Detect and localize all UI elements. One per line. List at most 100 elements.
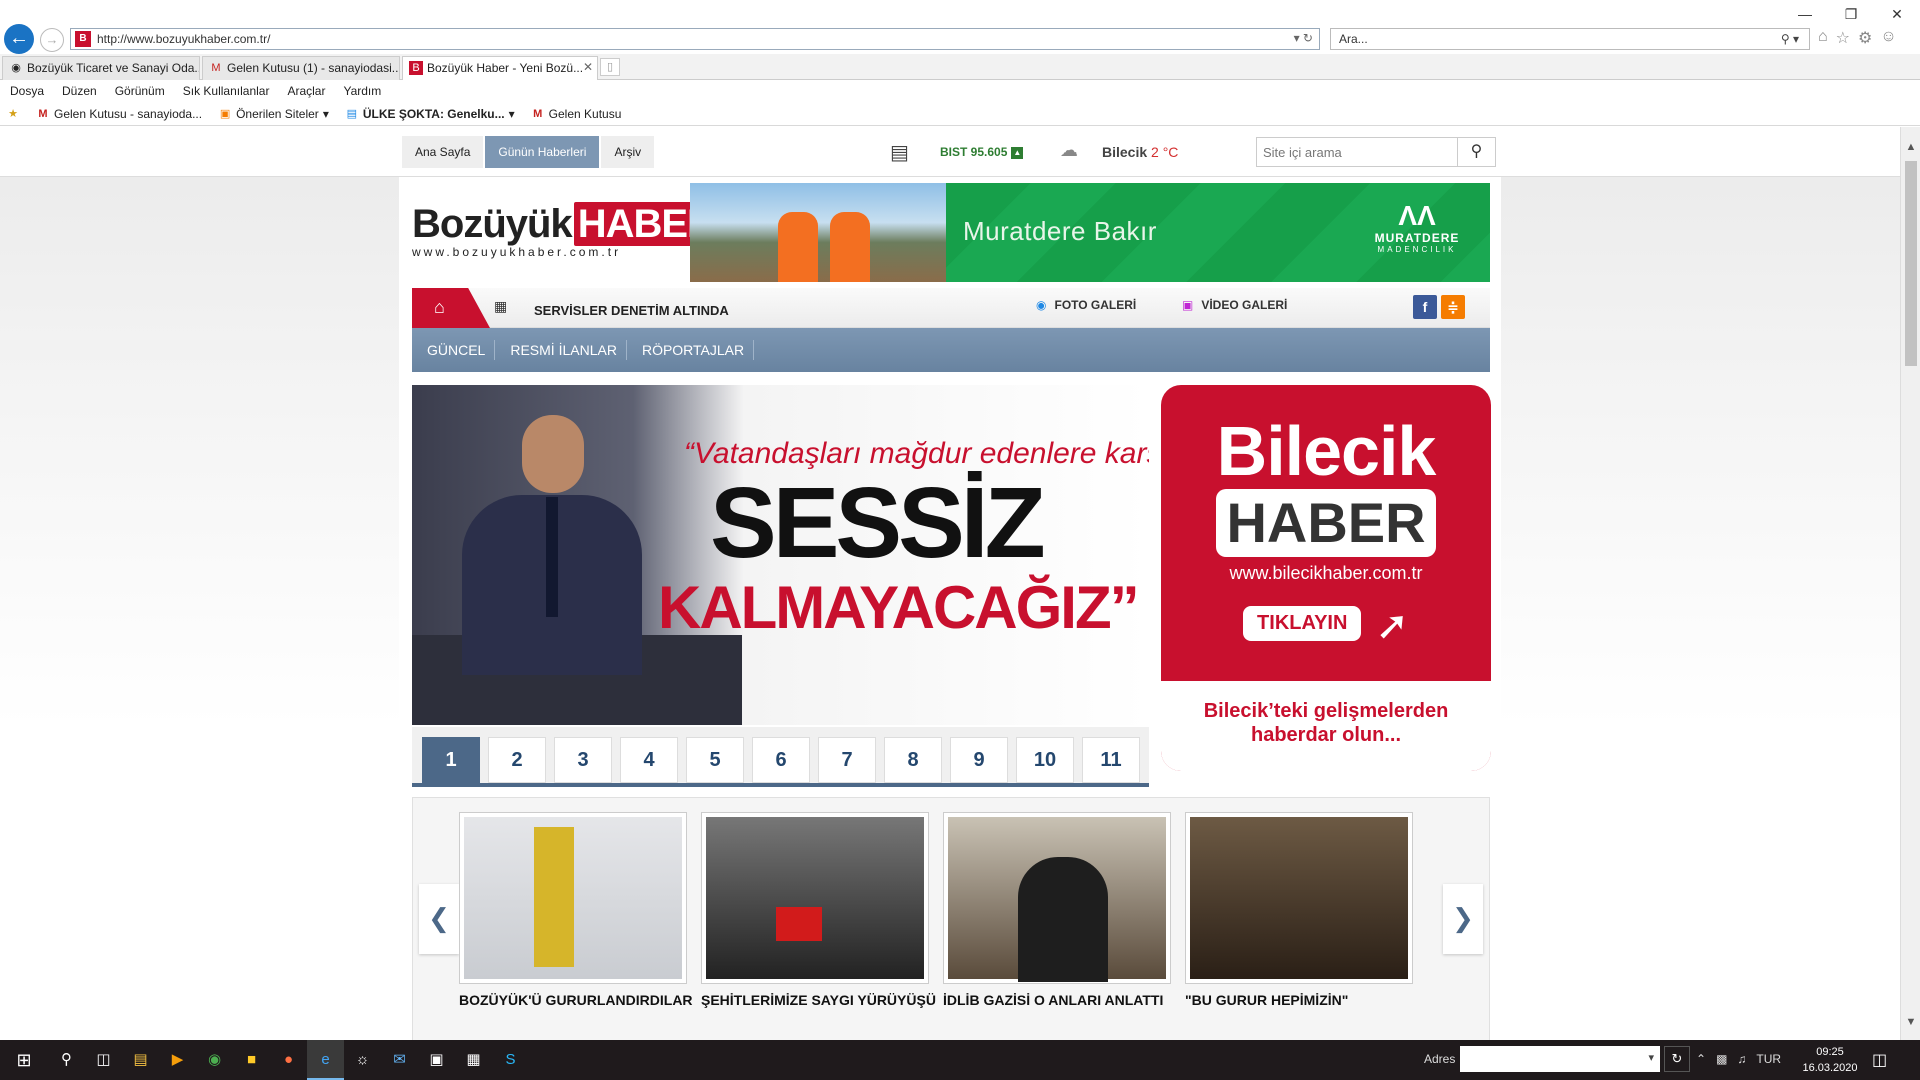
firefox-icon[interactable]: ● <box>270 1040 307 1080</box>
restore-button[interactable]: ❐ <box>1828 0 1874 28</box>
site-search-input[interactable]: Site içi arama ⚲ <box>1256 137 1496 167</box>
carousel-thumbnail[interactable] <box>1185 812 1413 984</box>
slider-page-3[interactable]: 3 <box>554 737 612 783</box>
fav-ulke-sokta[interactable]: ▤ ÜLKE ŞOKTA: Genelku... ▾ <box>345 107 515 121</box>
carousel-title[interactable]: İDLİB GAZİSİ O ANLARI ANLATTI <box>943 992 1171 1008</box>
mail-icon[interactable]: ✉ <box>381 1040 418 1080</box>
slider-page-10[interactable]: 10 <box>1016 737 1074 783</box>
tab-ticaret-odasi[interactable]: ◉ Bozüyük Ticaret ve Sanayi Oda... <box>2 56 200 80</box>
carousel-thumbnail[interactable] <box>943 812 1171 984</box>
task-view-icon[interactable]: ◫ <box>85 1040 122 1080</box>
tab-gelen-kutusu[interactable]: M Gelen Kutusu (1) - sanayiodasi... <box>202 56 400 80</box>
internet-explorer-icon[interactable]: e <box>307 1040 344 1080</box>
carousel-item[interactable]: İDLİB GAZİSİ O ANLARI ANLATTI <box>943 812 1171 1008</box>
carousel-title[interactable]: ŞEHİTLERİMİZE SAYGI YÜRÜYÜŞÜ <box>701 992 936 1008</box>
back-button[interactable]: ← <box>4 24 34 54</box>
ad-cta-button[interactable]: TIKLAYIN <box>1243 606 1362 641</box>
category-roportajlar[interactable]: RÖPORTAJLAR <box>627 340 755 360</box>
volume-icon[interactable]: ♫ <box>1737 1052 1746 1066</box>
network-app-icon[interactable]: ☼ <box>344 1040 381 1080</box>
topnav-arsiv[interactable]: Arşiv <box>601 136 655 168</box>
skype-icon[interactable]: S <box>492 1040 529 1080</box>
vertical-scrollbar[interactable]: ▲ ▼ <box>1900 127 1920 1040</box>
fav-gelen-kutusu-2[interactable]: M Gelen Kutusu <box>531 107 621 121</box>
menu-sik-kullanilanlar[interactable]: Sık Kullanılanlar <box>183 80 270 102</box>
notification-icon[interactable]: ◫ <box>1872 1050 1887 1070</box>
favorites-star-icon[interactable]: ☆ <box>1836 28 1850 48</box>
slider-page-9[interactable]: 9 <box>950 737 1008 783</box>
media-player-icon[interactable]: ▶ <box>159 1040 196 1080</box>
rss-icon[interactable]: ≑ <box>1441 295 1465 319</box>
home-icon[interactable]: ⌂ <box>1818 28 1828 48</box>
header-banner-ad[interactable]: Muratdere Bakır ΛΛ MURATDERE MADENCILIK <box>690 183 1490 282</box>
photo-gallery-link[interactable]: ◉ FOTO GALERİ <box>1036 298 1136 312</box>
close-button[interactable]: ✕ <box>1874 0 1920 28</box>
bilecik-haber-ad[interactable]: Bilecik HABER www.bilecikhaber.com.tr TI… <box>1161 385 1491 771</box>
carousel-title[interactable]: "BU GURUR HEPİMİZİN" <box>1185 992 1413 1008</box>
carousel-item[interactable]: "BU GURUR HEPİMİZİN" <box>1185 812 1413 1008</box>
minimize-button[interactable]: — <box>1782 0 1828 28</box>
gear-icon[interactable]: ⚙ <box>1858 28 1872 48</box>
search-button[interactable]: ⚲ <box>1457 138 1495 166</box>
language-indicator[interactable]: TUR <box>1756 1052 1781 1066</box>
taskbar-clock[interactable]: 09:25 16.03.2020 <box>1800 1044 1860 1076</box>
slider-page-1[interactable]: 1 <box>422 737 480 787</box>
slider-page-6[interactable]: 6 <box>752 737 810 783</box>
chevron-down-icon[interactable]: ▾ <box>1648 1051 1654 1064</box>
file-explorer-icon[interactable]: ▤ <box>122 1040 159 1080</box>
chevron-up-icon[interactable]: ⌃ <box>1696 1052 1706 1066</box>
browser-search-box[interactable]: Ara... ⚲ ▾ <box>1330 28 1810 50</box>
refresh-icon[interactable]: ↻ <box>1664 1046 1690 1072</box>
carousel-title[interactable]: BOZÜYÜK'Ü GURURLANDIRDILAR <box>459 992 693 1008</box>
menu-yardim[interactable]: Yardım <box>343 80 381 102</box>
slider-page-8[interactable]: 8 <box>884 737 942 783</box>
carousel-thumbnail[interactable] <box>701 812 929 984</box>
new-tab-button[interactable]: ▯ <box>600 58 620 76</box>
smiley-icon[interactable]: ☺ <box>1880 28 1896 48</box>
slider-page-7[interactable]: 7 <box>818 737 876 783</box>
fav-gelen-kutusu-1[interactable]: M Gelen Kutusu - sanayioda... <box>36 107 202 121</box>
taskbar-address-input[interactable]: ▾ <box>1460 1046 1660 1072</box>
slider-page-2[interactable]: 2 <box>488 737 546 783</box>
forward-button[interactable]: → <box>40 28 64 52</box>
windows-start-icon[interactable]: ⊞ <box>0 1040 48 1080</box>
facebook-icon[interactable]: f <box>1413 295 1437 319</box>
calculator-icon[interactable]: ▦ <box>455 1040 492 1080</box>
video-gallery-link[interactable]: ▣ VİDEO GALERİ <box>1182 298 1287 312</box>
sticky-app-icon[interactable]: ■ <box>233 1040 270 1080</box>
address-bar[interactable]: B http://www.bozuyukhaber.com.tr/ ▾ ↻ <box>70 28 1320 50</box>
tab-bozuyuk-haber[interactable]: B Bozüyük Haber - Yeni Bozü... ✕ <box>402 56 598 80</box>
close-tab-icon[interactable]: ✕ <box>583 60 593 74</box>
chevron-right-icon[interactable]: ❯ <box>1443 884 1483 954</box>
news-ticker[interactable]: SERVİSLER DENETİM ALTINDA <box>534 303 729 318</box>
search-icon[interactable]: ⚲ ▾ <box>1781 32 1799 46</box>
address-url[interactable]: http://www.bozuyukhaber.com.tr/ <box>97 32 270 46</box>
store-icon[interactable]: ▣ <box>418 1040 455 1080</box>
headline-slider[interactable]: “Vatandaşları mağdur edenlere karşı SESS… <box>412 385 1149 725</box>
carousel-item[interactable]: ŞEHİTLERİMİZE SAYGI YÜRÜYÜŞÜ <box>701 812 936 1008</box>
carousel-item[interactable]: BOZÜYÜK'Ü GURURLANDIRDILAR <box>459 812 693 1008</box>
topnav-ana-sayfa[interactable]: Ana Sayfa <box>402 136 484 168</box>
menu-dosya[interactable]: Dosya <box>10 80 44 102</box>
menu-araclar[interactable]: Araçlar <box>287 80 325 102</box>
network-icon[interactable]: ▩ <box>1716 1052 1727 1066</box>
search-icon[interactable]: ⚲ <box>48 1040 85 1080</box>
carousel-thumbnail[interactable] <box>459 812 687 984</box>
category-guncel[interactable]: GÜNCEL <box>412 340 496 360</box>
scrollbar-thumb[interactable] <box>1905 161 1917 366</box>
slider-page-4[interactable]: 4 <box>620 737 678 783</box>
fav-onerilen-siteler[interactable]: ▣ Önerilen Siteler ▾ <box>218 107 329 121</box>
refresh-icon[interactable]: ▾ ↻ <box>1294 31 1313 45</box>
add-favorite-star-icon[interactable]: ★ <box>6 107 20 121</box>
scroll-up-icon[interactable]: ▲ <box>1901 141 1920 159</box>
site-logo[interactable]: Bozüyük HABER www.bozuyukhaber.com.tr <box>412 201 719 259</box>
slider-page-11[interactable]: 11 <box>1082 737 1140 783</box>
chevron-left-icon[interactable]: ❮ <box>419 884 459 954</box>
category-resmi-ilanlar[interactable]: RESMİ İLANLAR <box>495 340 627 360</box>
slider-page-5[interactable]: 5 <box>686 737 744 783</box>
home-button[interactable]: ⌂ <box>412 288 490 328</box>
topnav-gunun-haberleri[interactable]: Günün Haberleri <box>485 136 600 168</box>
chrome-icon[interactable]: ◉ <box>196 1040 233 1080</box>
scroll-down-icon[interactable]: ▼ <box>1901 1016 1920 1034</box>
menu-gorunum[interactable]: Görünüm <box>115 80 165 102</box>
